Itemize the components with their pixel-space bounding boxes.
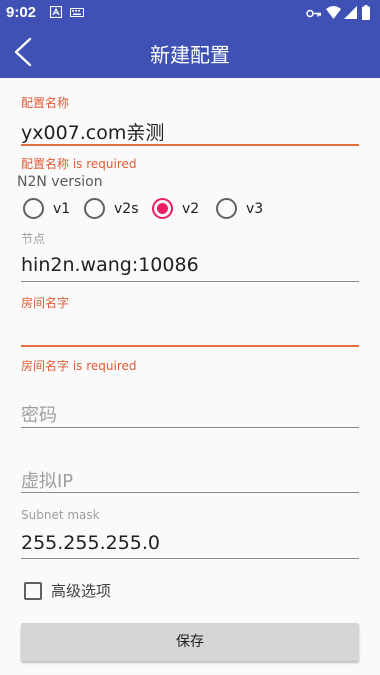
status-time: 9:02	[6, 4, 37, 21]
room-name-error: 房间名字 is required	[21, 359, 137, 373]
radio-v1-circle[interactable]	[23, 198, 44, 219]
a-icon	[50, 6, 62, 18]
config-name-label: 配置名称	[21, 96, 70, 110]
n2n-version-label: N2N version	[17, 174, 103, 190]
room-name-underline	[21, 345, 359, 347]
battery-icon	[362, 5, 370, 20]
virtual-ip-input[interactable]: 虚拟IP	[21, 467, 73, 493]
advanced-options-label: 高级选项	[51, 582, 112, 600]
radio-v2s-label: v2s	[114, 200, 139, 217]
keyboard-icon	[70, 8, 84, 17]
page-title: 新建配置	[150, 43, 230, 67]
node-input[interactable]: hin2n.wang:10086	[21, 254, 199, 276]
advanced-options-checkbox[interactable]: 高级选项	[24, 580, 111, 601]
subnet-mask-input[interactable]: 255.255.255.0	[21, 532, 160, 554]
radio-v1[interactable]: v1	[23, 198, 70, 219]
save-button[interactable]: 保存	[21, 623, 359, 661]
radio-v2s[interactable]: v2s	[84, 198, 139, 219]
config-form: 配置名称 yx007.com亲测 配置名称 is required N2N ve…	[0, 78, 380, 675]
config-name-error: 配置名称 is required	[21, 157, 137, 171]
subnet-mask-underline	[21, 558, 359, 559]
radio-v1-label: v1	[53, 200, 71, 217]
advanced-options-box[interactable]	[24, 581, 42, 600]
radio-v2-circle[interactable]	[152, 198, 173, 219]
wifi-icon	[326, 6, 341, 19]
password-input[interactable]: 密码	[21, 401, 57, 427]
config-name-input[interactable]: yx007.com亲测	[21, 118, 164, 145]
radio-v2-label: v2	[182, 200, 200, 217]
signal-icon	[344, 6, 357, 19]
radio-v3-label: v3	[246, 200, 264, 217]
key-icon	[306, 9, 321, 18]
node-underline	[21, 281, 359, 282]
radio-v3-circle[interactable]	[216, 198, 237, 219]
status-bar: 9:02	[0, 0, 380, 26]
radio-v3[interactable]: v3	[216, 198, 263, 219]
app-bar: 新建配置	[0, 26, 380, 78]
password-underline	[21, 427, 359, 428]
subnet-mask-label: Subnet mask	[21, 508, 100, 522]
room-name-label: 房间名字	[21, 296, 70, 310]
node-label: 节点	[21, 232, 46, 246]
room-name-input[interactable]	[21, 318, 359, 344]
config-name-underline	[21, 144, 359, 146]
radio-v2[interactable]: v2	[152, 198, 199, 219]
virtual-ip-underline	[21, 492, 359, 493]
radio-v2s-circle[interactable]	[84, 198, 105, 219]
